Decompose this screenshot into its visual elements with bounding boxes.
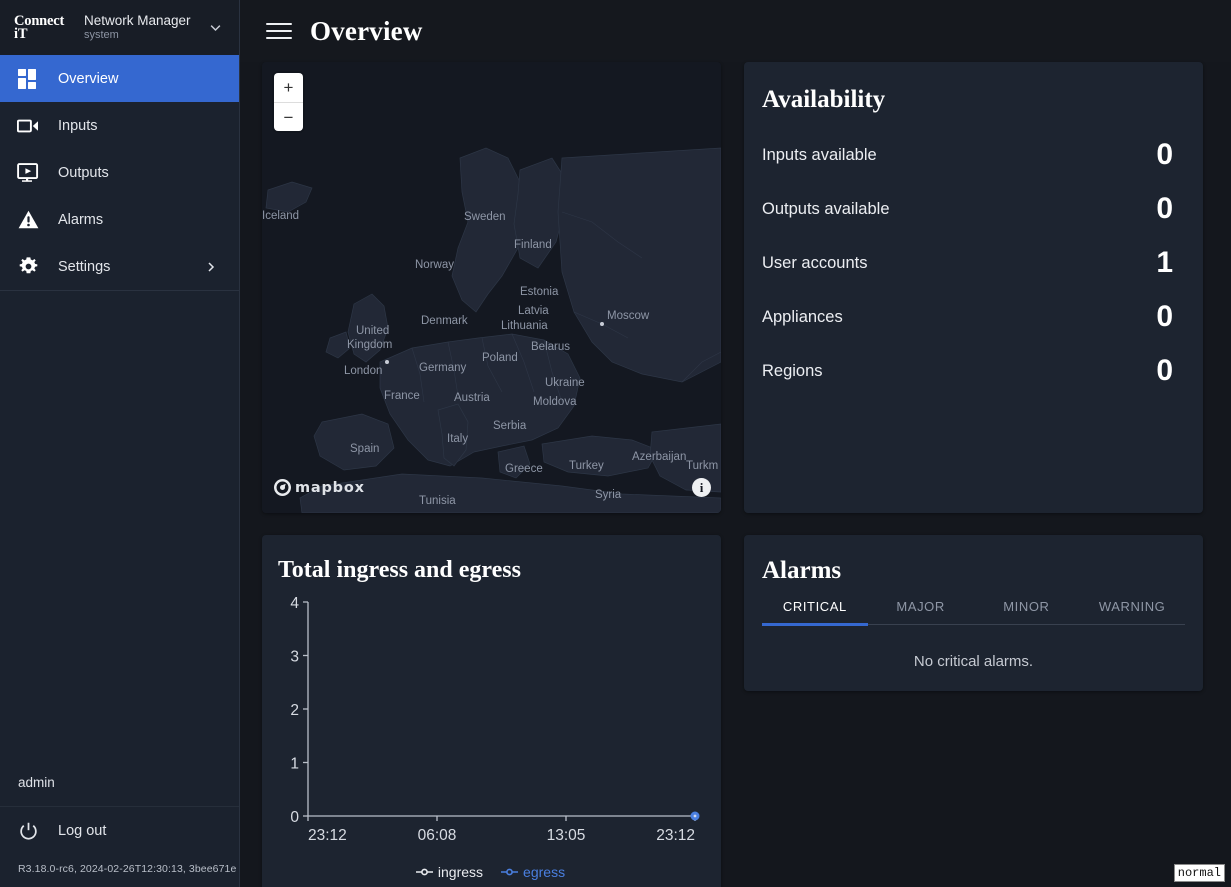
chart-plot-area[interactable]: 0 1 2 3 4 23:12 06:08 13:05 23:12	[278, 590, 703, 860]
availability-value: 0	[1156, 354, 1173, 387]
app-root: Connect iT Network Manager system Overvi…	[0, 0, 1231, 887]
availability-label: Inputs available	[762, 145, 877, 164]
chart-x-tick-label: 13:05	[547, 827, 586, 844]
chart-legend: ingress egress	[278, 864, 703, 884]
legend-label: ingress	[437, 864, 484, 880]
dashboard-grid: Iceland Sweden Finland Norway Estonia Latvia L…	[240, 62, 1231, 887]
map-info-icon[interactable]: i	[692, 478, 711, 497]
mapbox-mark-icon	[274, 479, 291, 496]
sidebar-item-label: Overview	[58, 70, 119, 87]
map-panel[interactable]: Iceland Sweden Finland Norway Estonia Latvia L…	[262, 62, 721, 513]
chart-x-tick-label: 23:12	[656, 827, 695, 844]
sidebar-nav: Overview Inputs Outputs Alarms Settings	[0, 55, 239, 291]
tab-minor[interactable]: MINOR	[974, 591, 1080, 626]
availability-row: Regions 0	[762, 344, 1173, 398]
chart-y-tick-label: 0	[290, 809, 299, 826]
warning-triangle-icon	[16, 208, 40, 232]
world-map[interactable]: Iceland Sweden Finland Norway Estonia Latvia L…	[262, 62, 721, 513]
video-camera-icon	[16, 114, 40, 138]
sidebar-item-settings[interactable]: Settings	[0, 243, 239, 290]
alarms-panel: Alarms CRITICAL MAJOR MINOR WARNING No c…	[744, 535, 1203, 691]
brand-text: Network Manager system	[84, 13, 203, 42]
sidebar: Connect iT Network Manager system Overvi…	[0, 0, 240, 887]
sidebar-item-label: Settings	[58, 258, 111, 275]
status-badge: normal	[1173, 864, 1225, 882]
availability-value: 1	[1156, 246, 1173, 279]
availability-label: User accounts	[762, 253, 868, 272]
mapbox-wordmark: mapbox	[295, 479, 365, 496]
chart-y-tick-label: 1	[290, 756, 299, 773]
availability-row: Outputs available 0	[762, 182, 1173, 236]
availability-panel: Availability Inputs available 0 Outputs …	[744, 62, 1203, 513]
sidebar-item-label: Outputs	[58, 164, 109, 181]
brand-title: Network Manager	[84, 13, 191, 28]
availability-label: Outputs available	[762, 199, 890, 218]
sidebar-item-outputs[interactable]: Outputs	[0, 149, 239, 196]
logout-button[interactable]: Log out	[0, 807, 239, 855]
top-bar: Overview	[240, 0, 1231, 62]
chart-y-tick-label: 2	[290, 702, 299, 719]
gear-icon	[16, 255, 40, 279]
chevron-right-icon	[205, 260, 217, 274]
app-logo: Connect iT	[14, 13, 80, 42]
alarms-empty-message: No critical alarms.	[913, 653, 1034, 670]
sidebar-item-inputs[interactable]: Inputs	[0, 102, 239, 149]
legend-marker-icon	[501, 868, 519, 876]
monitor-play-icon	[16, 161, 40, 185]
logo-line-2: iT	[14, 25, 28, 42]
tab-warning[interactable]: WARNING	[1079, 591, 1185, 626]
page-title: Overview	[310, 15, 423, 46]
zoom-in-button[interactable]: +	[274, 73, 303, 102]
chart-y-tick-label: 3	[290, 649, 299, 666]
availability-row: Inputs available 0	[762, 128, 1173, 182]
availability-row: User accounts 1	[762, 236, 1173, 290]
sidebar-item-label: Inputs	[58, 117, 98, 134]
sidebar-item-label: Alarms	[58, 211, 104, 228]
legend-item-egress[interactable]: egress	[501, 864, 565, 880]
legend-label: egress	[523, 864, 566, 880]
sidebar-item-overview[interactable]: Overview	[0, 55, 239, 102]
mapbox-attribution-logo[interactable]: mapbox	[274, 479, 365, 496]
version-info: R3.18.0-rc6, 2024-02-26T12:30:13, 3bee67…	[18, 863, 237, 875]
legend-marker-icon	[415, 868, 433, 876]
availability-value: 0	[1156, 300, 1173, 333]
brand-subtitle: system	[84, 29, 119, 41]
map-city-marker	[600, 322, 604, 326]
availability-rows: Inputs available 0 Outputs available 0 U…	[762, 128, 1173, 398]
availability-row: Appliances 0	[762, 290, 1173, 344]
alarms-title: Alarms	[762, 557, 842, 584]
availability-title: Availability	[762, 86, 886, 113]
brand-header[interactable]: Connect iT Network Manager system	[0, 0, 239, 55]
map-zoom-controls[interactable]: + −	[274, 73, 303, 131]
hamburger-menu-icon[interactable]	[266, 20, 292, 42]
map-landmass	[262, 62, 721, 513]
zoom-out-button[interactable]: −	[274, 102, 303, 131]
chart-y-tick-label: 4	[290, 595, 299, 612]
availability-value: 0	[1156, 192, 1173, 225]
traffic-chart-panel: Total ingress and egress 0 1 2 3 4 23:12 06:08…	[262, 535, 721, 887]
sidebar-item-alarms[interactable]: Alarms	[0, 196, 239, 243]
alarm-severity-tabs: CRITICAL MAJOR MINOR WARNING	[762, 591, 1185, 626]
tab-critical[interactable]: CRITICAL	[762, 591, 868, 626]
availability-label: Appliances	[762, 307, 843, 326]
availability-label: Regions	[762, 361, 823, 380]
legend-item-ingress[interactable]: ingress	[415, 864, 484, 880]
power-icon	[16, 819, 40, 843]
main-area: Overview Iceland Sweden Finland Norway E…	[240, 0, 1231, 887]
chart-x-tick-label: 06:08	[418, 827, 457, 844]
availability-value: 0	[1156, 138, 1173, 171]
chevron-down-icon[interactable]	[205, 18, 225, 38]
line-chart: 0 1 2 3 4 23:12 06:08 13:05 23:12	[290, 595, 700, 844]
logout-label: Log out	[58, 823, 107, 839]
chart-title: Total ingress and egress	[278, 557, 521, 583]
chart-data-point-core	[693, 814, 697, 818]
dashboard-icon	[16, 67, 40, 91]
tab-major[interactable]: MAJOR	[868, 591, 974, 626]
chart-x-tick-label: 23:12	[308, 827, 347, 844]
map-city-marker	[385, 360, 389, 364]
current-user: admin	[0, 759, 239, 807]
